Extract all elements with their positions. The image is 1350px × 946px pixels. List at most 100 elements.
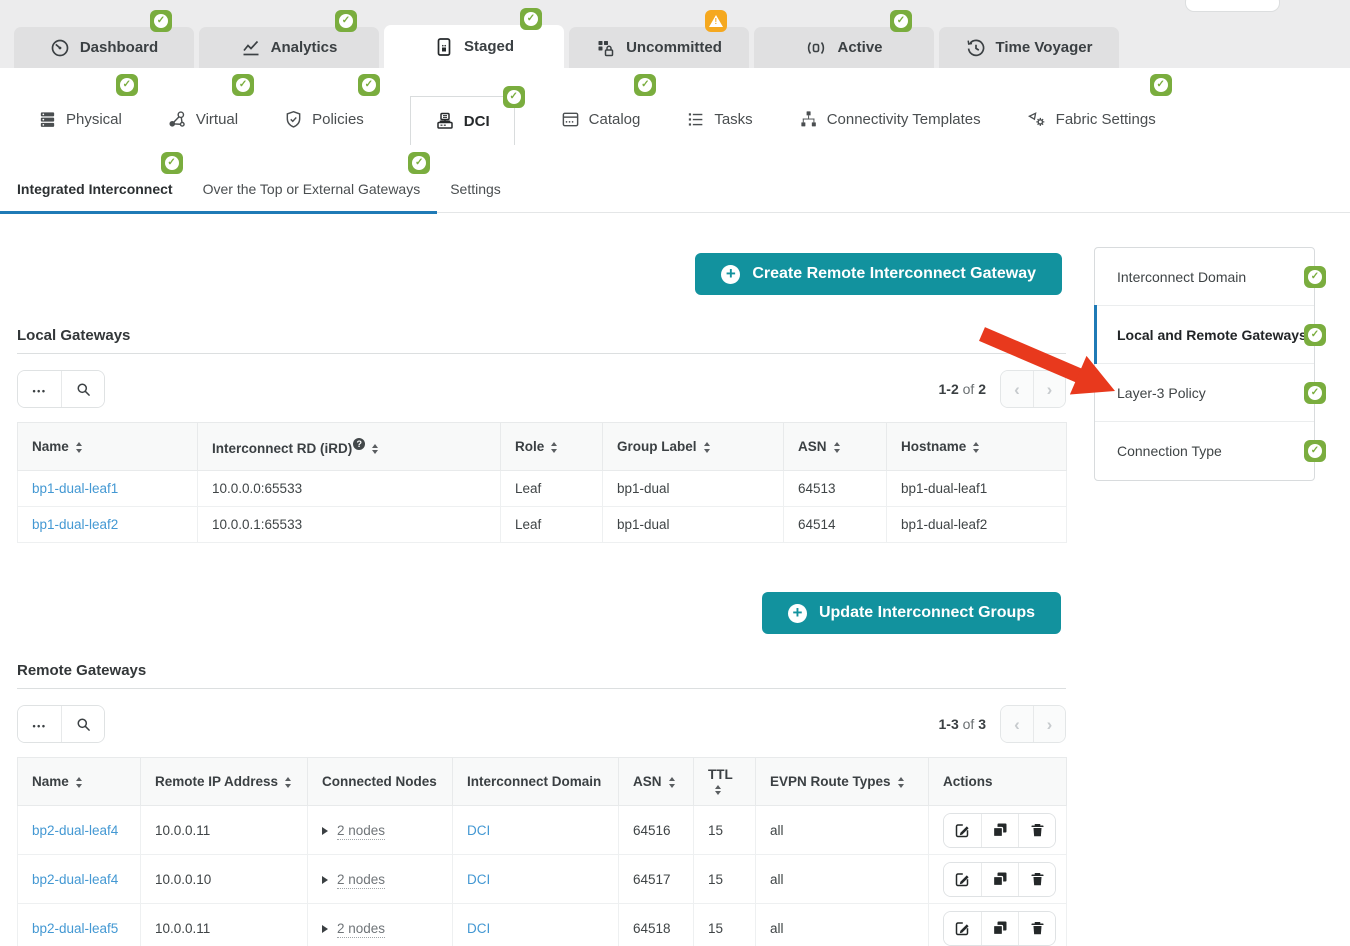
ellipsis-icon — [33, 717, 47, 732]
tab-label: Staged — [464, 38, 514, 55]
table-header-row: Name Interconnect RD (iRD) Role Group La… — [18, 423, 1067, 471]
interconnect-domain-link[interactable]: DCI — [467, 823, 490, 838]
nav-item-virtual[interactable]: Virtual — [168, 110, 238, 145]
rd-cell: 10.0.0.1:65533 — [198, 507, 501, 543]
table-row: bp1-dual-leaf1 10.0.0.0:65533 Leaf bp1-d… — [18, 471, 1067, 507]
search-button[interactable] — [61, 371, 104, 407]
warning-badge-icon — [705, 10, 727, 32]
tab-staged[interactable]: Staged — [384, 25, 564, 68]
shield-icon — [284, 110, 303, 129]
delete-button[interactable] — [1018, 814, 1055, 847]
expand-nodes-toggle[interactable]: 2 nodes — [322, 872, 385, 887]
table-toolbar — [17, 705, 105, 743]
pagination: 1-2 of 2 — [939, 370, 1067, 408]
column-header-hostname[interactable]: Hostname — [887, 423, 1067, 471]
next-page-button[interactable] — [1033, 371, 1065, 407]
table-row: bp1-dual-leaf2 10.0.0.1:65533 Leaf bp1-d… — [18, 507, 1067, 543]
nav-item-policies[interactable]: Policies — [284, 110, 364, 145]
gateway-name-link[interactable]: bp2-dual-leaf5 — [32, 921, 118, 936]
create-remote-interconnect-gateway-button[interactable]: Create Remote Interconnect Gateway — [695, 253, 1062, 295]
nav-label: Virtual — [196, 111, 238, 128]
column-header-remote-ip[interactable]: Remote IP Address — [141, 758, 308, 806]
tab-time-voyager[interactable]: Time Voyager — [939, 27, 1119, 68]
clone-button[interactable] — [981, 814, 1018, 847]
nav-item-physical[interactable]: Physical — [38, 110, 122, 145]
row-actions — [943, 911, 1056, 946]
task-list-icon — [686, 110, 705, 129]
expand-triangle-icon — [322, 827, 328, 835]
column-header-name[interactable]: Name — [18, 423, 198, 471]
pagination-range: 1-2 of 2 — [939, 381, 987, 397]
delete-button[interactable] — [1018, 863, 1055, 896]
hostname-cell: bp1-dual-leaf2 — [887, 507, 1067, 543]
row-actions — [943, 862, 1056, 897]
subtab-settings[interactable]: Settings — [450, 181, 501, 197]
ttl-cell: 15 — [694, 806, 756, 855]
tab-active[interactable]: Active — [754, 27, 934, 68]
gateway-name-link[interactable]: bp1-dual-leaf1 — [32, 481, 118, 496]
interconnect-domain-link[interactable]: DCI — [467, 872, 490, 887]
expand-triangle-icon — [322, 925, 328, 933]
ip-cell: 10.0.0.11 — [141, 904, 308, 946]
subtab-over-the-top-or-external-gateways[interactable]: Over the Top or External Gateways — [203, 181, 421, 197]
sidebar-item-interconnect-domain[interactable]: Interconnect Domain — [1095, 248, 1314, 306]
subtab-integrated-interconnect[interactable]: Integrated Interconnect — [17, 181, 173, 197]
column-header-role[interactable]: Role — [501, 423, 603, 471]
success-badge-icon — [408, 152, 430, 174]
sort-icon — [669, 777, 675, 788]
delete-button[interactable] — [1018, 912, 1055, 945]
nav-label: Policies — [312, 111, 364, 128]
nav-item-connectivity-templates[interactable]: Connectivity Templates — [799, 110, 981, 145]
column-header-group-label[interactable]: Group Label — [603, 423, 784, 471]
column-header-interconnect-domain: Interconnect Domain — [453, 758, 619, 806]
tab-dashboard[interactable]: Dashboard — [14, 27, 194, 68]
next-page-button[interactable] — [1033, 706, 1065, 742]
nav-item-dci[interactable]: DCI — [410, 96, 515, 145]
column-header-interconnect-rd[interactable]: Interconnect RD (iRD) — [198, 423, 501, 471]
sort-icon — [76, 442, 82, 453]
interconnect-domain-link[interactable]: DCI — [467, 921, 490, 936]
remote-gateways-title: Remote Gateways — [17, 662, 1066, 689]
help-icon[interactable] — [353, 438, 365, 450]
sidebar-item-layer-3-policy[interactable]: Layer-3 Policy — [1095, 364, 1314, 422]
prev-page-button[interactable] — [1001, 706, 1033, 742]
tab-analytics[interactable]: Analytics — [199, 27, 379, 68]
column-header-asn[interactable]: ASN — [784, 423, 887, 471]
edit-button[interactable] — [944, 912, 981, 945]
column-header-ttl[interactable]: TTL — [694, 758, 756, 806]
sidebar-item-connection-type[interactable]: Connection Type — [1095, 422, 1314, 480]
column-header-actions: Actions — [929, 758, 1067, 806]
search-button[interactable] — [61, 706, 104, 742]
edit-button[interactable] — [944, 863, 981, 896]
edit-icon — [955, 920, 971, 936]
sort-icon — [551, 442, 557, 453]
asn-cell: 64516 — [619, 806, 694, 855]
nav-item-catalog[interactable]: Catalog — [561, 110, 641, 145]
gateway-name-link[interactable]: bp1-dual-leaf2 — [32, 517, 118, 532]
nav-item-fabric-settings[interactable]: Fabric Settings — [1027, 110, 1156, 145]
success-badge-icon — [232, 74, 254, 96]
expand-nodes-toggle[interactable]: 2 nodes — [322, 823, 385, 838]
column-header-evpn-route-types[interactable]: EVPN Route Types — [756, 758, 929, 806]
sidebar-item-local-and-remote-gateways[interactable]: Local and Remote Gateways — [1095, 306, 1314, 364]
column-header-asn[interactable]: ASN — [619, 758, 694, 806]
more-options-button[interactable] — [18, 706, 61, 742]
broadcast-icon — [805, 38, 827, 58]
gateway-name-link[interactable]: bp2-dual-leaf4 — [32, 823, 118, 838]
gateway-name-link[interactable]: bp2-dual-leaf4 — [32, 872, 118, 887]
expand-nodes-toggle[interactable]: 2 nodes — [322, 921, 385, 936]
clone-button[interactable] — [981, 912, 1018, 945]
update-interconnect-groups-button[interactable]: Update Interconnect Groups — [762, 592, 1061, 634]
tab-label: Time Voyager — [996, 39, 1093, 56]
history-icon — [966, 38, 986, 58]
clone-button[interactable] — [981, 863, 1018, 896]
tab-uncommitted[interactable]: Uncommitted — [569, 27, 749, 68]
nav-item-tasks[interactable]: Tasks — [686, 110, 752, 145]
more-options-button[interactable] — [18, 371, 61, 407]
success-badge-icon — [116, 74, 138, 96]
prev-page-button[interactable] — [1001, 371, 1033, 407]
edit-button[interactable] — [944, 814, 981, 847]
column-header-name[interactable]: Name — [18, 758, 141, 806]
nav-label: Catalog — [589, 111, 641, 128]
remote-gateways-table: Name Remote IP Address Connected Nodes I… — [17, 757, 1067, 946]
